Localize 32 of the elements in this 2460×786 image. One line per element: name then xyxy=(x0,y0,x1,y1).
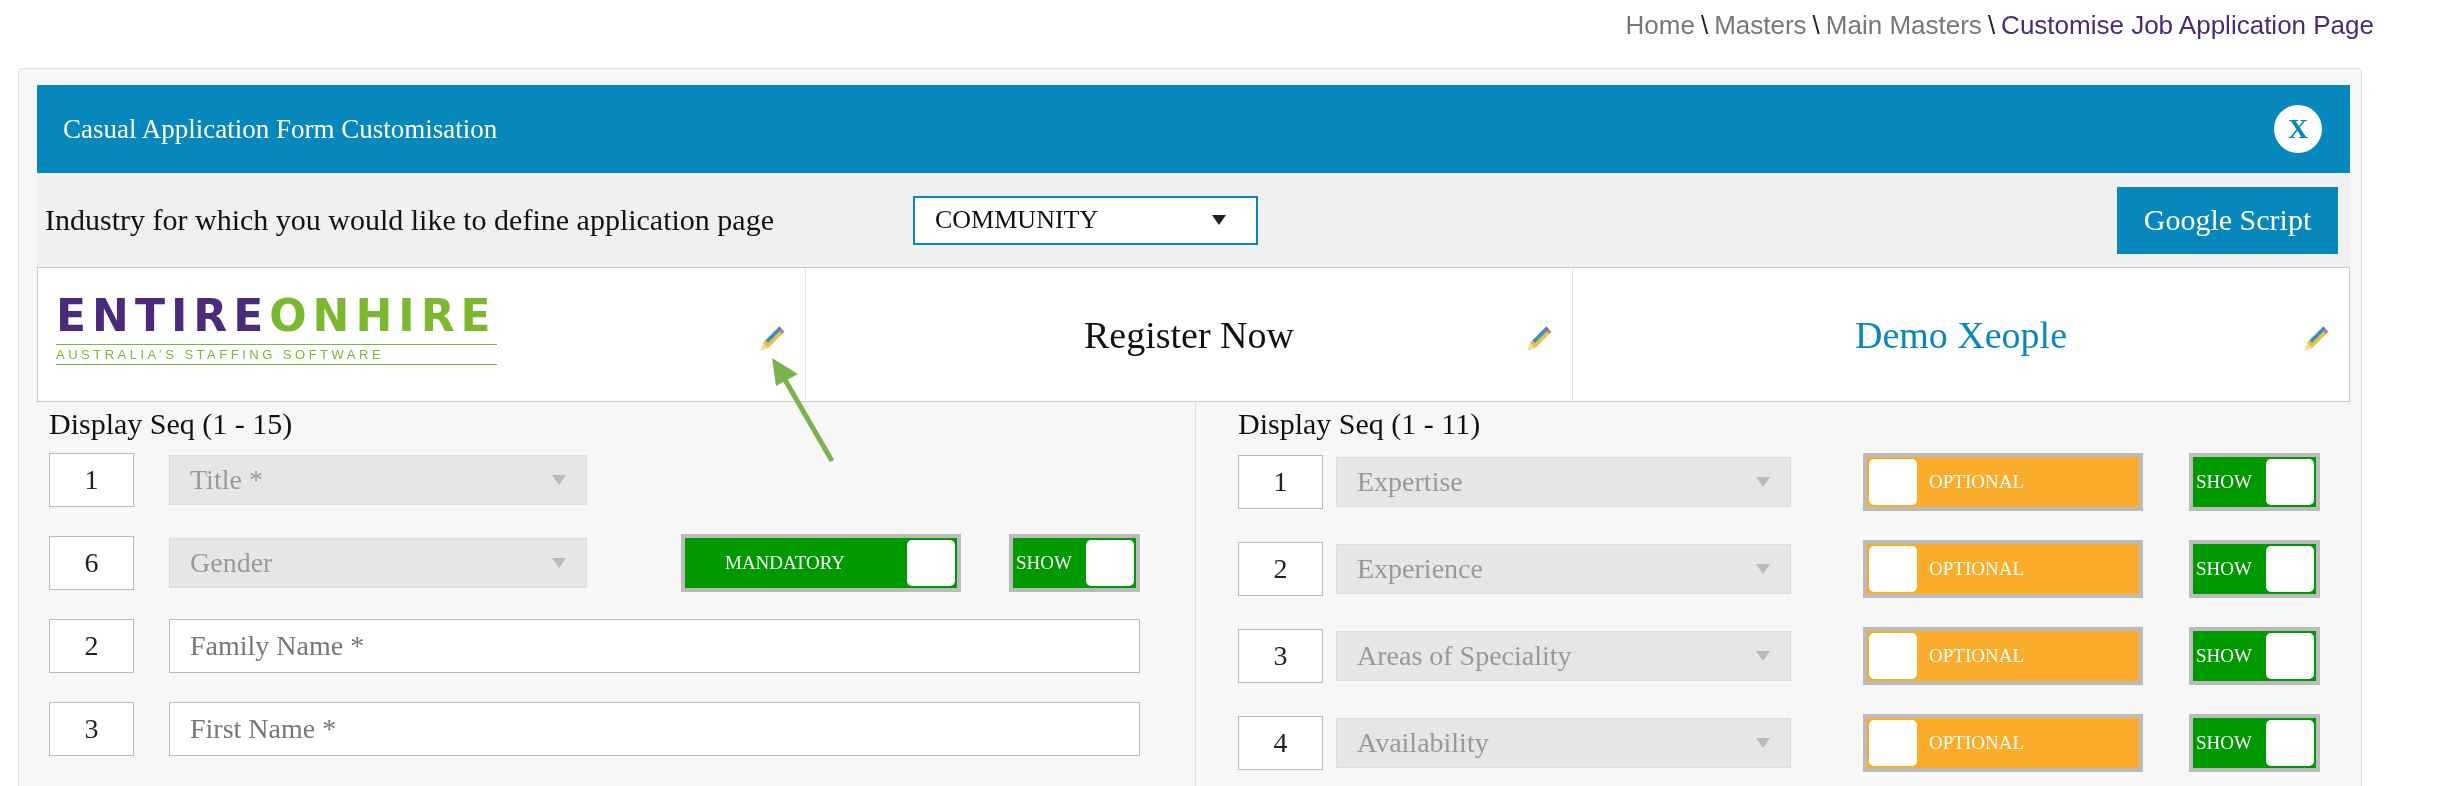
dropdown-caret-icon xyxy=(1212,215,1226,225)
breadcrumb-link[interactable]: Masters xyxy=(1714,10,1807,41)
breadcrumb-link[interactable]: Main Masters xyxy=(1825,10,1982,41)
sequence-field[interactable]: 2 xyxy=(49,618,134,673)
pencil-icon[interactable] xyxy=(1526,324,1554,352)
google-script-button[interactable]: Google Script xyxy=(2117,186,2338,254)
display-seq-label: Display Seq (1 - 15) xyxy=(49,410,294,438)
sequence-field[interactable]: 3 xyxy=(49,701,134,756)
dropdown-caret-icon xyxy=(552,557,566,568)
dropdown-caret-icon xyxy=(552,474,566,485)
text-input-field[interactable]: Family Name * xyxy=(169,618,1140,673)
form-heading: Register Now xyxy=(1084,312,1294,357)
industry-label: Industry for which you would like to define application page xyxy=(45,203,775,237)
pencil-icon[interactable] xyxy=(2303,324,2331,352)
logo-tagline: AUSTRALIA’S STAFFING SOFTWARE xyxy=(56,344,497,365)
dropdown-caret-icon xyxy=(1756,650,1770,661)
breadcrumb-separator: \ xyxy=(1987,10,1996,41)
panel-title: Casual Application Form Customisation xyxy=(63,113,498,145)
dropdown-caret-icon xyxy=(1756,476,1770,487)
breadcrumb-link[interactable]: Home xyxy=(1625,10,1695,41)
breadcrumb-separator: \ xyxy=(1812,10,1820,41)
text-input-field[interactable]: First Name * xyxy=(169,701,1140,756)
display-seq-label: Display Seq (1 - 11) xyxy=(1238,410,1482,438)
industry-select[interactable]: COMMUNITY xyxy=(913,195,1258,245)
dropdown-caret-icon xyxy=(1756,737,1770,748)
dropdown-caret-icon xyxy=(1756,563,1770,574)
breadcrumb-current: Customise Job Application Page xyxy=(2001,10,2374,41)
breadcrumb-separator: \ xyxy=(1700,10,1709,41)
pencil-icon[interactable] xyxy=(759,324,787,352)
company-name: Demo Xeople xyxy=(1854,312,2068,357)
logo-wordmark: ENTIRE ONHIRE xyxy=(56,294,497,338)
close-button[interactable]: X xyxy=(2274,105,2322,153)
